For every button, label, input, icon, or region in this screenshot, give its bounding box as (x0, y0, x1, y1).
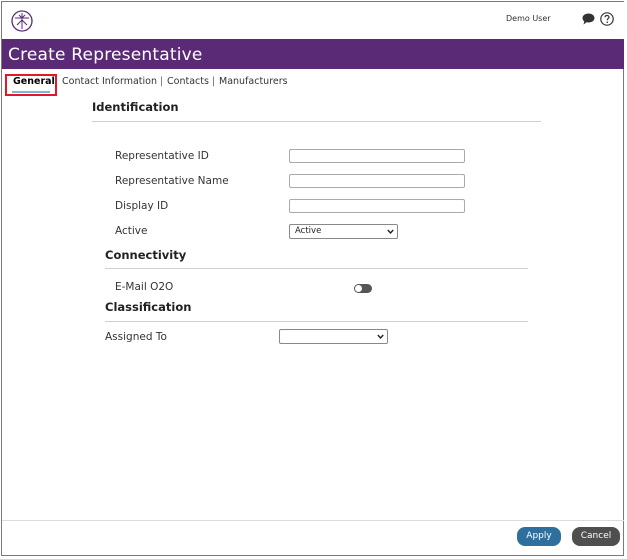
section-divider (105, 268, 528, 269)
chat-icon[interactable] (582, 13, 595, 25)
chevron-down-icon (377, 334, 384, 340)
tab-general[interactable]: General (13, 76, 55, 87)
cancel-button[interactable]: Cancel (572, 527, 620, 546)
section-title-classification: Classification (105, 300, 192, 314)
tab-separator: | (212, 76, 216, 87)
section-title-connectivity: Connectivity (105, 248, 187, 262)
footer-divider (2, 520, 624, 521)
assigned-to-select[interactable] (279, 329, 388, 344)
chevron-down-icon (387, 229, 394, 235)
apply-button[interactable]: Apply (517, 527, 561, 546)
section-divider (92, 121, 541, 122)
tab-manufacturers[interactable]: Manufacturers (219, 76, 288, 87)
email-o2o-toggle[interactable] (354, 284, 372, 293)
tab-separator: | (160, 76, 164, 87)
assigned-to-label: Assigned To (105, 331, 167, 343)
display-id-input[interactable] (289, 199, 465, 213)
company-logo-icon[interactable] (11, 10, 33, 32)
email-o2o-label: E-Mail O2O (115, 281, 174, 293)
page-title: Create Representative (8, 45, 203, 65)
representative-name-input[interactable] (289, 174, 465, 188)
toggle-knob (355, 285, 362, 292)
tab-contacts[interactable]: Contacts (167, 76, 209, 87)
user-name[interactable]: Demo User (506, 14, 551, 23)
active-tab-underline (12, 91, 50, 93)
display-id-label: Display ID (115, 200, 169, 212)
representative-id-input[interactable] (289, 149, 465, 163)
section-title-identification: Identification (92, 100, 179, 114)
title-bar: Create Representative (2, 39, 624, 69)
tab-contact-information[interactable]: Contact Information (62, 76, 157, 87)
active-label: Active (115, 225, 148, 237)
section-divider (105, 321, 528, 322)
representative-id-label: Representative ID (115, 150, 209, 162)
active-select-value: Active (295, 226, 322, 236)
help-icon[interactable] (600, 12, 614, 26)
representative-name-label: Representative Name (115, 175, 229, 187)
active-select[interactable]: Active (289, 224, 398, 239)
